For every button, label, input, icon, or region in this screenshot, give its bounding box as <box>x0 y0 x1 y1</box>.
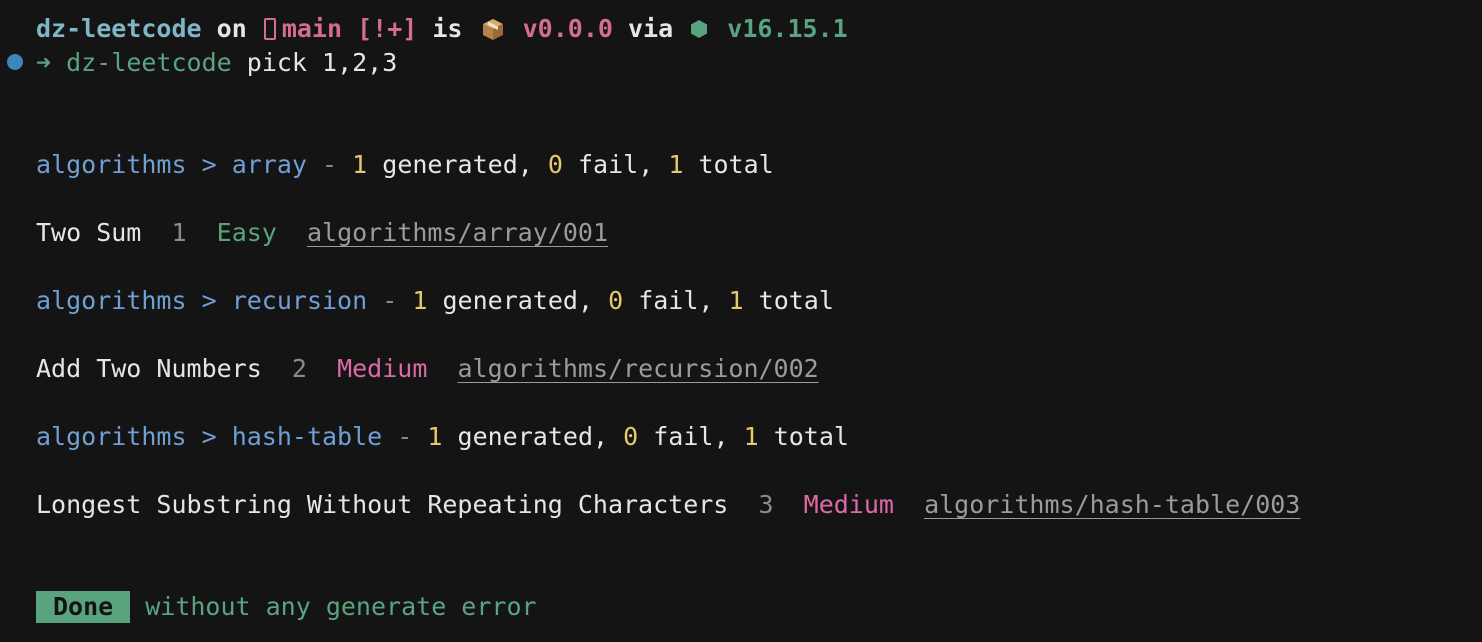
problem-path-link[interactable]: algorithms/array/001 <box>307 218 608 247</box>
total-label: total <box>758 286 834 315</box>
generated-count: 1 <box>412 286 428 315</box>
fail-label: fail, <box>653 422 729 451</box>
prompt-line: dz-leetcode on main [!+] is v0.0.0 via v… <box>36 12 848 46</box>
fail-count: 0 <box>623 422 639 451</box>
problem-id: 2 <box>291 354 307 383</box>
generated-label: generated, <box>382 150 533 179</box>
problem-difficulty: Medium <box>803 490 894 519</box>
group-dash: - <box>397 422 413 451</box>
done-message: without any generate error <box>145 592 537 621</box>
total-label: total <box>773 422 849 451</box>
problem-path-link[interactable]: algorithms/hash-table/003 <box>924 490 1300 519</box>
generated-count: 1 <box>352 150 368 179</box>
problem-title: Longest Substring Without Repeating Char… <box>36 490 729 519</box>
fail-count: 0 <box>547 150 563 179</box>
group-separator: > <box>201 422 217 451</box>
nodejs-icon <box>691 20 708 38</box>
total-label: total <box>698 150 774 179</box>
group-header: algorithms > array - 1 generated, 0 fail… <box>36 148 774 182</box>
group-dash: - <box>322 150 338 179</box>
prompt-dir: dz-leetcode <box>36 14 202 43</box>
done-badge: Done <box>36 591 131 623</box>
prompt-via: via <box>627 14 674 43</box>
fail-count: 0 <box>608 286 624 315</box>
problem-difficulty: Medium <box>337 354 428 383</box>
problem-row: Add Two Numbers 2 Medium algorithms/recu… <box>36 352 819 386</box>
problem-row: Longest Substring Without Repeating Char… <box>36 488 1300 522</box>
group-header: algorithms > hash-table - 1 generated, 0… <box>36 420 849 454</box>
prompt-node-version: v16.15.1 <box>727 14 848 43</box>
command-arrow: ➜ <box>36 48 52 77</box>
group-category: algorithms <box>36 422 187 451</box>
group-category: algorithms <box>36 150 187 179</box>
problem-row: Two Sum 1 Easy algorithms/array/001 <box>36 216 608 250</box>
total-count: 1 <box>728 286 744 315</box>
generated-label: generated, <box>457 422 609 451</box>
problem-id: 3 <box>758 490 774 519</box>
git-branch-icon <box>263 18 276 40</box>
command-line: ➜ dz-leetcode pick 1,2,3 <box>36 46 397 80</box>
group-dash: - <box>382 286 398 315</box>
group-header: algorithms > recursion - 1 generated, 0 … <box>36 284 834 318</box>
fail-label: fail, <box>577 150 654 179</box>
prompt-git-status: [!+] <box>357 14 418 43</box>
group-category: algorithms <box>36 286 187 315</box>
problem-id: 1 <box>171 218 187 247</box>
prompt-on: on <box>216 14 247 43</box>
problem-title: Add Two Numbers <box>36 354 262 383</box>
generated-count: 1 <box>427 422 443 451</box>
group-tag: recursion <box>231 286 368 315</box>
command-text: pick 1,2,3 <box>246 48 398 77</box>
problem-difficulty: Easy <box>216 218 277 247</box>
total-count: 1 <box>668 150 684 179</box>
total-count: 1 <box>743 422 759 451</box>
prompt-branch: main <box>281 14 343 43</box>
problem-path-link[interactable]: algorithms/recursion/002 <box>457 354 818 383</box>
prompt-package-version: v0.0.0 <box>522 14 613 43</box>
fail-label: fail, <box>638 286 714 315</box>
package-icon <box>482 19 503 40</box>
generated-label: generated, <box>442 286 593 315</box>
prompt-status-dot <box>7 54 23 70</box>
done-line: Done without any generate error <box>36 590 537 624</box>
command-dir: dz-leetcode <box>66 48 232 77</box>
group-separator: > <box>201 286 217 315</box>
prompt-is: is <box>432 14 463 43</box>
group-tag: hash-table <box>231 422 383 451</box>
problem-title: Two Sum <box>36 218 142 247</box>
group-separator: > <box>201 150 217 179</box>
group-tag: array <box>231 150 307 179</box>
